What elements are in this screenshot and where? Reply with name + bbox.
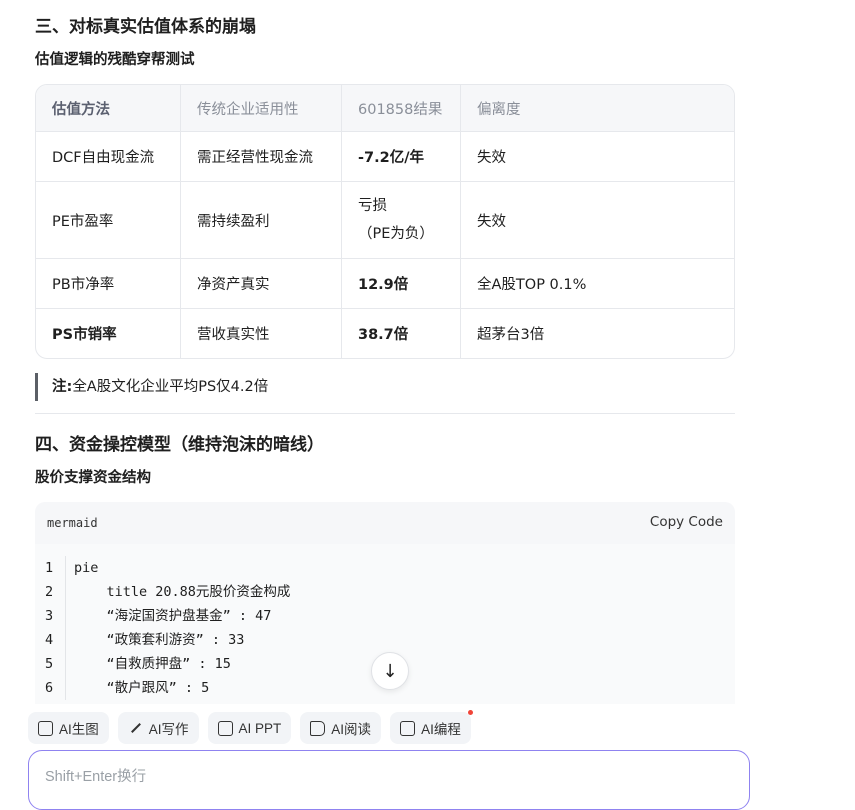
table-cell-result: 12.9倍 bbox=[341, 258, 461, 309]
image-icon bbox=[38, 720, 53, 736]
book-icon bbox=[310, 720, 326, 736]
table-cell-method: PB市净率 bbox=[36, 258, 181, 309]
result-line: 亏损 bbox=[358, 198, 387, 214]
note-blockquote: 注:全A股文化企业平均PS仅4.2倍 bbox=[35, 373, 268, 401]
table-cell-method: PE市盈率 bbox=[36, 181, 181, 259]
pen-icon bbox=[128, 721, 143, 736]
ai-code-button[interactable]: AI编程 bbox=[390, 710, 473, 744]
ai-tools-toolbar: AI生图 AI写作 AI PPT AI阅读 AI编程 bbox=[28, 710, 473, 744]
chat-input-box bbox=[28, 750, 750, 810]
line-number: 4 bbox=[45, 632, 54, 648]
table-cell-method: PS市销率 bbox=[36, 308, 181, 358]
code-line: “散户跟风” : 5 bbox=[74, 680, 210, 696]
code-header: mermaid Copy Code bbox=[35, 502, 735, 544]
note-text: 全A股文化企业平均PS仅4.2倍 bbox=[72, 379, 269, 395]
table-row: PB市净率 净资产真实 12.9倍 全A股TOP 0.1% bbox=[36, 258, 734, 309]
code-line: pie bbox=[74, 560, 99, 576]
notification-dot bbox=[467, 710, 473, 715]
section-4-subtitle: 股价支撑资金结构 bbox=[35, 470, 151, 486]
chip-label: AI编程 bbox=[421, 722, 461, 737]
table-cell-applicability: 需正经营性现金流 bbox=[180, 131, 342, 182]
ai-image-button[interactable]: AI生图 bbox=[28, 712, 109, 744]
table-cell-deviation: 失效 bbox=[460, 131, 734, 182]
line-number: 1 bbox=[45, 560, 54, 576]
ai-write-button[interactable]: AI写作 bbox=[117, 712, 199, 744]
chat-input[interactable] bbox=[43, 763, 737, 789]
line-number: 6 bbox=[45, 680, 54, 696]
table-header-cell: 估值方法 bbox=[36, 85, 181, 132]
table-cell-applicability: 需持续盈利 bbox=[180, 181, 342, 259]
divider bbox=[35, 413, 735, 414]
code-line: “政策套利游资” : 33 bbox=[74, 632, 245, 648]
line-number-gutter: 1 2 3 4 5 6 bbox=[35, 556, 66, 700]
ppt-icon bbox=[217, 720, 233, 736]
result-line: （PE为负） bbox=[358, 226, 434, 242]
chip-label: AI写作 bbox=[148, 722, 189, 737]
code-icon bbox=[400, 720, 416, 736]
table-row: PS市销率 营收真实性 38.7倍 超茅台3倍 bbox=[36, 308, 734, 358]
chip-label: AI生图 bbox=[59, 722, 99, 737]
section-3-title: 三、对标真实估值体系的崩塌 bbox=[35, 17, 256, 37]
copy-code-button[interactable]: Copy Code bbox=[650, 514, 723, 530]
section-3-subtitle: 估值逻辑的残酷穿帮测试 bbox=[35, 52, 195, 68]
table-row: DCF自由现金流 需正经营性现金流 -7.2亿/年 失效 bbox=[36, 131, 734, 182]
line-number: 3 bbox=[45, 608, 54, 624]
table-header-cell: 传统企业适用性 bbox=[180, 85, 342, 132]
table-cell-deviation: 失效 bbox=[460, 181, 734, 259]
section-4-title: 四、资金操控模型（维持泡沫的暗线） bbox=[35, 435, 324, 455]
chip-label: AI阅读 bbox=[331, 722, 372, 737]
code-language-label: mermaid bbox=[47, 516, 98, 530]
table-cell-result: 亏损 （PE为负） bbox=[341, 181, 461, 259]
arrow-down-icon: ↓ bbox=[382, 660, 398, 682]
table-cell-method: DCF自由现金流 bbox=[36, 131, 181, 182]
ai-read-button[interactable]: AI阅读 bbox=[300, 712, 382, 744]
code-lines: pie title 20.88元股价资金构成 “海淀国资护盘基金” : 47 “… bbox=[74, 556, 290, 700]
code-line: “自救质押盘” : 15 bbox=[74, 656, 231, 672]
table-header-cell: 601858结果 bbox=[341, 85, 461, 132]
table-cell-deviation: 全A股TOP 0.1% bbox=[460, 258, 734, 309]
chip-label: AI PPT bbox=[238, 720, 282, 736]
code-line: “海淀国资护盘基金” : 47 bbox=[74, 608, 272, 624]
line-number: 2 bbox=[45, 584, 54, 600]
line-number: 5 bbox=[45, 656, 54, 672]
table-cell-result: -7.2亿/年 bbox=[341, 131, 461, 182]
table-cell-applicability: 净资产真实 bbox=[180, 258, 342, 309]
valuation-table: 估值方法 传统企业适用性 601858结果 偏离度 DCF自由现金流 需正经营性… bbox=[35, 84, 735, 359]
note-label: 注: bbox=[52, 379, 73, 395]
table-header-row: 估值方法 传统企业适用性 601858结果 偏离度 bbox=[36, 85, 734, 132]
table-cell-applicability: 营收真实性 bbox=[180, 308, 342, 358]
table-cell-deviation: 超茅台3倍 bbox=[477, 327, 545, 343]
scroll-to-bottom-button[interactable]: ↓ bbox=[371, 652, 409, 690]
table-header-cell: 偏离度 bbox=[460, 85, 734, 132]
table-row: PE市盈率 需持续盈利 亏损 （PE为负） 失效 bbox=[36, 181, 734, 259]
table-cell-result: 38.7倍 bbox=[341, 308, 461, 358]
ai-ppt-button[interactable]: AI PPT bbox=[207, 712, 292, 744]
code-line: title 20.88元股价资金构成 bbox=[74, 584, 291, 600]
